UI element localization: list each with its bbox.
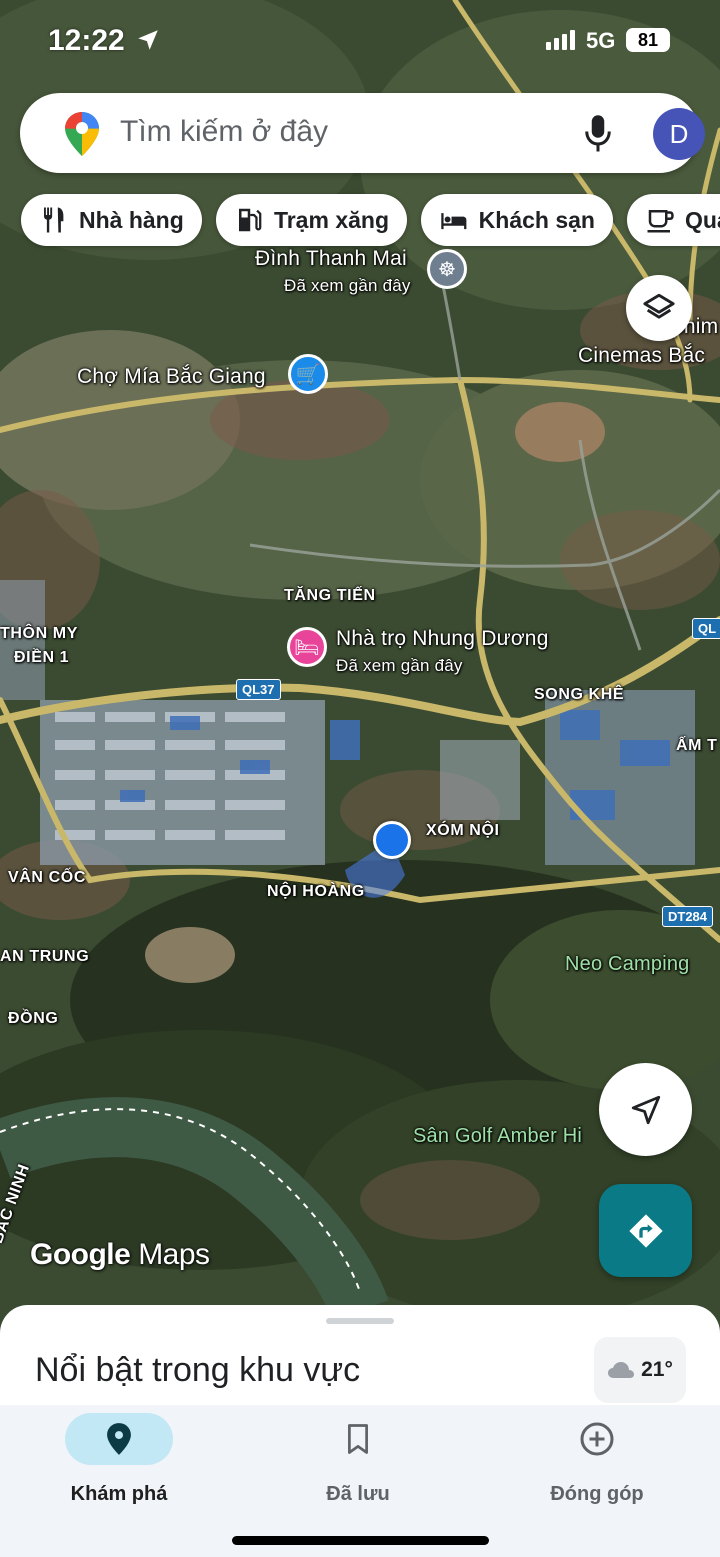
directions-icon [628, 1213, 663, 1248]
nav-explore-label: Khám phá [70, 1483, 168, 1505]
search-input[interactable] [120, 115, 540, 149]
area-label-noi-hoang: NỘI HOÀNG [267, 883, 365, 900]
chip-cafes[interactable]: Quá [627, 194, 720, 246]
explore-pin-icon [107, 1423, 131, 1455]
nav-contribute-pill [543, 1413, 651, 1465]
battery-indicator: 81 [626, 28, 670, 52]
navigation-arrow-icon [631, 1095, 660, 1124]
area-label-dien-1: ĐIỀN 1 [14, 649, 70, 666]
sheet-drag-handle[interactable] [326, 1318, 394, 1324]
my-location-dot[interactable] [373, 821, 411, 859]
layers-icon [643, 293, 675, 319]
cloud-icon [608, 1362, 635, 1378]
search-bar[interactable]: D [20, 93, 705, 173]
chip-label: Khách sạn [478, 206, 595, 233]
place-sublabel-recent: Đã xem gần đây [284, 276, 411, 295]
nav-contribute[interactable]: Đóng góp [517, 1413, 677, 1513]
nav-explore[interactable]: Khám phá [39, 1413, 199, 1513]
add-circle-icon [580, 1422, 614, 1456]
network-type: 5G [586, 28, 616, 53]
google-maps-pin-icon [65, 112, 99, 156]
status-bar: 12:22 5G 81 [0, 0, 720, 80]
road-shield-ql: QL [692, 618, 720, 639]
shopping-cart-pin-icon[interactable]: 🛒 [288, 354, 328, 394]
chip-label: Nhà hàng [79, 206, 184, 233]
area-label-dong: ĐỒNG [8, 1010, 59, 1027]
bookmark-icon [348, 1424, 368, 1454]
temperature: 21° [641, 1358, 673, 1381]
gas-station-icon [238, 208, 262, 232]
bottom-navigation: Khám phá Đã lưu Đóng góp [0, 1405, 720, 1557]
account-avatar[interactable]: D [653, 108, 705, 160]
area-label-song-khe: SONG KHÊ [534, 686, 625, 703]
cellular-signal-icon [546, 30, 575, 50]
area-label-an-trung: AN TRUNG [0, 948, 90, 965]
hotel-pin-icon[interactable]: 🛏 [287, 627, 327, 667]
area-label-xom-noi: XÓM NỘI [426, 822, 500, 839]
google-maps-logo: Google Maps [30, 1238, 210, 1272]
nav-explore-pill [65, 1413, 173, 1465]
place-label-dinh-thanh-mai[interactable]: Đình Thanh Mai [255, 247, 407, 271]
area-label-tang-tien: TĂNG TIẾN [284, 587, 376, 604]
place-label-neo-camping[interactable]: Neo Camping [565, 953, 690, 976]
place-label-san-golf[interactable]: Sân Golf Amber Hi [413, 1125, 582, 1148]
map-layers-button[interactable] [626, 275, 692, 341]
bed-icon [441, 213, 467, 230]
status-time: 12:22 [48, 24, 125, 57]
place-label-cinemas-2[interactable]: Cinemas Bắc [578, 344, 705, 368]
google-wordmark: Google [30, 1238, 131, 1271]
area-label-van-coc: VÂN CỐC [8, 869, 86, 886]
microphone-icon[interactable] [583, 114, 613, 154]
road-shield-ql37: QL37 [236, 679, 281, 700]
chip-gas-stations[interactable]: Trạm xăng [216, 194, 407, 246]
chip-restaurants[interactable]: Nhà hàng [21, 194, 202, 246]
home-indicator[interactable] [232, 1536, 489, 1545]
nav-contribute-label: Đóng góp [550, 1483, 644, 1505]
nav-saved-pill [304, 1413, 412, 1465]
dinh-pin-icon[interactable]: ☸ [427, 249, 467, 289]
area-label-am-t: ẤM T [676, 737, 718, 754]
road-shield-dt284: DT284 [662, 906, 714, 927]
place-sublabel-recent-2: Đã xem gần đây [336, 656, 463, 675]
place-label-cho-mia[interactable]: Chợ Mía Bắc Giang [77, 365, 266, 389]
fork-knife-icon [44, 207, 64, 233]
maps-screen: Đình Thanh Mai Đã xem gần đây ☸ phim Cin… [0, 0, 720, 1557]
location-arrow-icon [138, 30, 158, 50]
area-label-thon-my: THÔN MY [0, 625, 78, 642]
chip-label: Quá [685, 206, 720, 233]
nav-saved[interactable]: Đã lưu [278, 1413, 438, 1513]
category-chips: Nhà hàng Trạm xăng Khách sạn Quá [0, 194, 720, 248]
chip-label: Trạm xăng [273, 206, 389, 233]
place-label-nha-tro[interactable]: Nhà trọ Nhung Dương [336, 627, 549, 651]
recenter-button[interactable] [599, 1063, 692, 1156]
weather-chip[interactable]: 21° [594, 1337, 686, 1403]
nav-saved-label: Đã lưu [326, 1483, 390, 1505]
maps-wordmark: Maps [138, 1238, 210, 1271]
chip-hotels[interactable]: Khách sạn [421, 194, 613, 246]
coffee-cup-icon [647, 210, 674, 233]
sheet-title: Nổi bật trong khu vực [35, 1351, 361, 1389]
directions-button[interactable] [599, 1184, 692, 1277]
